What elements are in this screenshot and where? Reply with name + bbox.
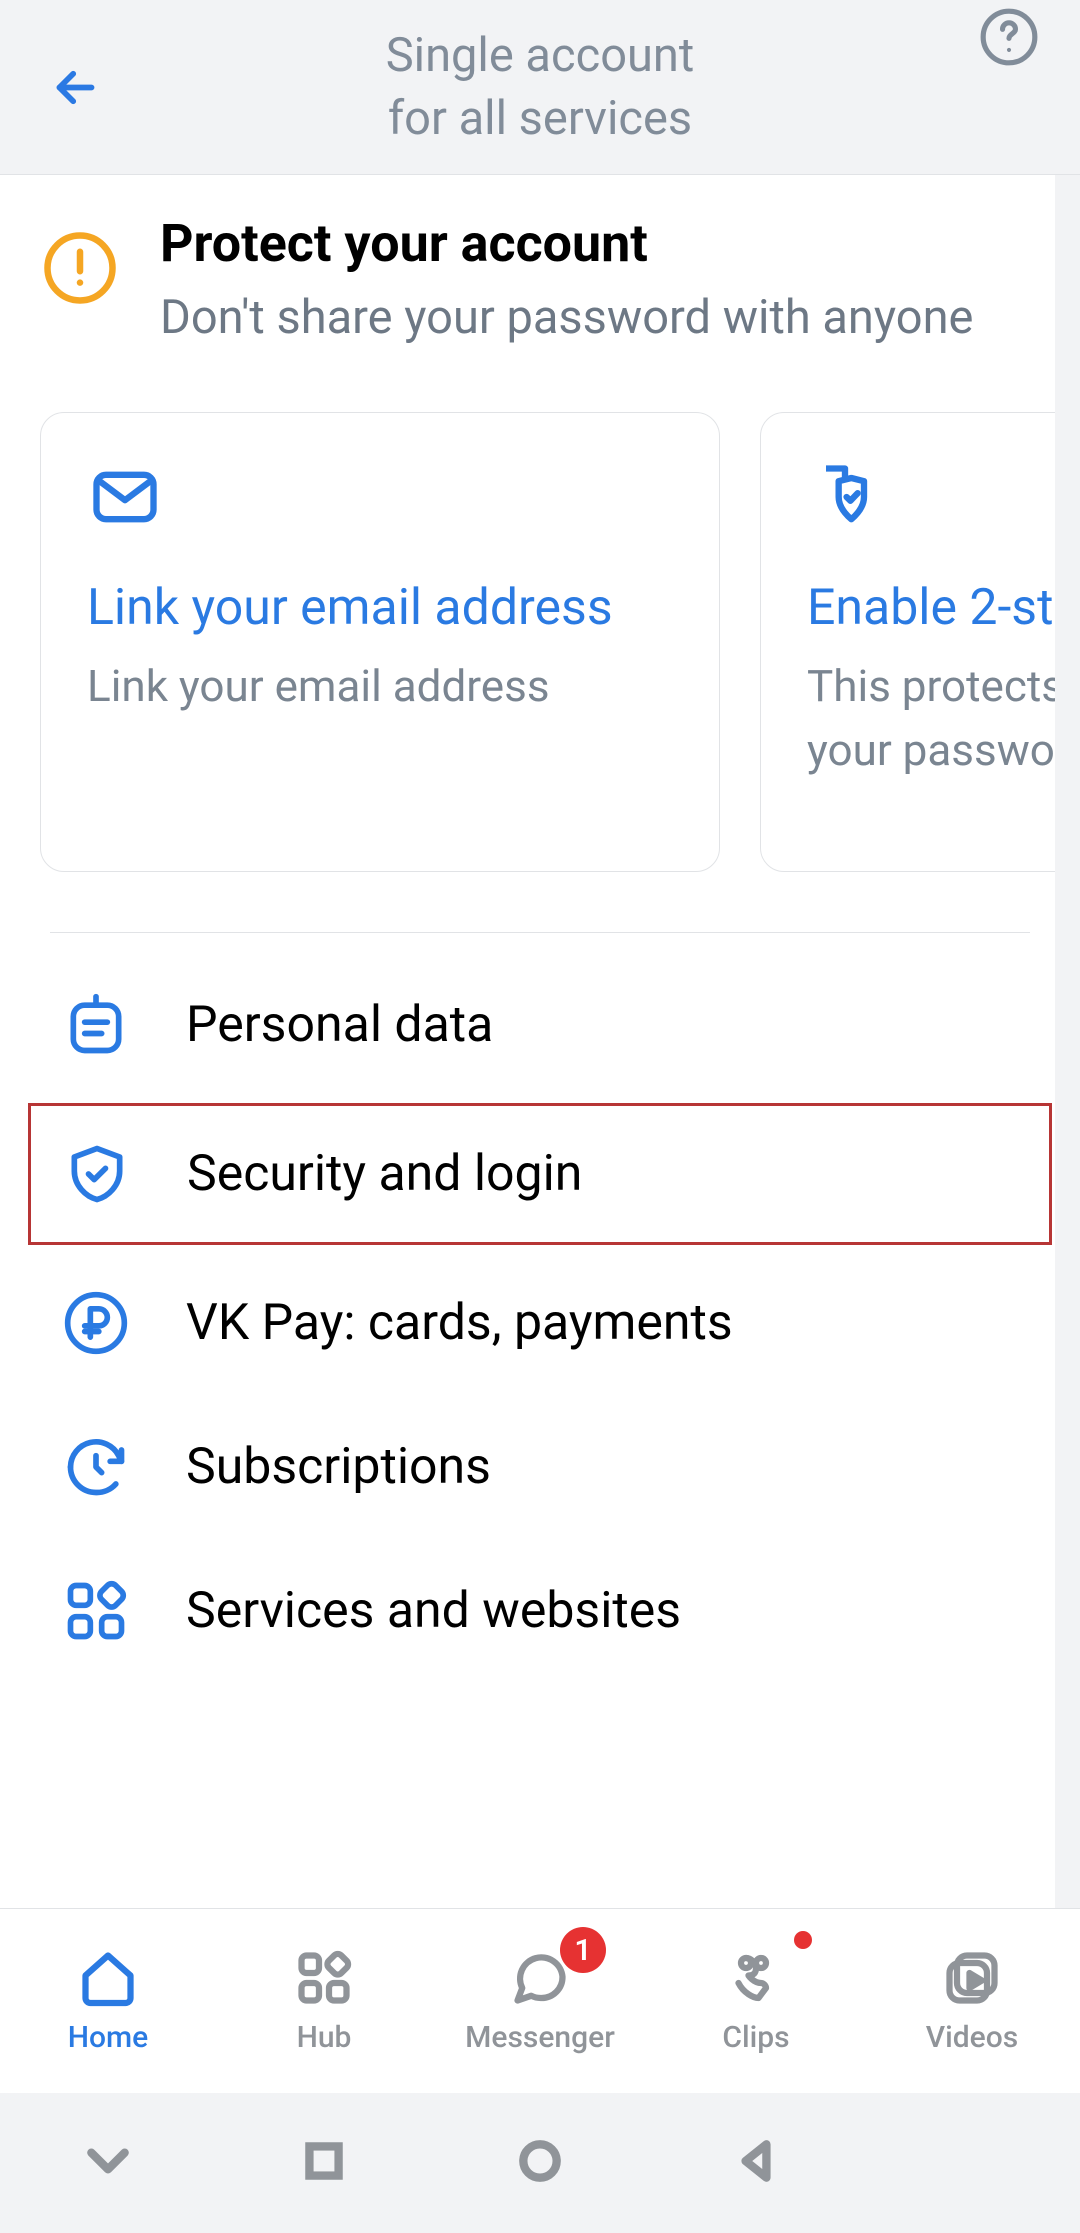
menu-label: Subscriptions xyxy=(186,1438,491,1496)
nav-hub[interactable]: Hub xyxy=(216,1909,432,2093)
android-nav-bar xyxy=(0,2093,1080,2233)
card-subtitle: This protects if someone g your passwor xyxy=(807,655,1080,783)
shield-check-icon xyxy=(61,1140,133,1208)
nav-home[interactable]: Home xyxy=(0,1909,216,2093)
menu-item-personal-data[interactable]: Personal data xyxy=(0,953,1080,1097)
alert-body: Don't share your password with anyone xyxy=(160,284,973,352)
messenger-badge: 1 xyxy=(560,1927,606,1973)
card-enable-2fa[interactable]: Enable 2-st This protects if someone g y… xyxy=(760,412,1080,872)
bottom-nav: Home Hub 1 Messenger Clips Videos xyxy=(0,1908,1080,2093)
right-edge-shadow xyxy=(1055,170,1080,1908)
home-icon xyxy=(78,1948,138,2012)
header-title: Single account for all services xyxy=(0,24,1080,151)
sys-home[interactable] xyxy=(515,2136,565,2190)
clock-refresh-icon xyxy=(60,1433,132,1501)
sys-recent[interactable] xyxy=(299,2136,349,2190)
nav-label: Videos xyxy=(926,2020,1018,2055)
nav-label: Home xyxy=(68,2020,149,2055)
menu-label: VK Pay: cards, payments xyxy=(186,1294,733,1352)
card-title: Link your email address xyxy=(87,579,673,637)
nav-label: Hub xyxy=(297,2020,352,2055)
card-subtitle: Link your email address xyxy=(87,655,673,719)
protect-account-banner: Protect your account Don't share your pa… xyxy=(0,175,1080,382)
header-title-line1: Single account xyxy=(386,28,695,83)
card-title: Enable 2-st xyxy=(807,579,1080,637)
help-button[interactable] xyxy=(978,6,1040,68)
app-header: Single account for all services xyxy=(0,0,1080,175)
menu-label: Personal data xyxy=(186,996,493,1054)
menu-item-vk-pay[interactable]: VK Pay: cards, payments xyxy=(0,1251,1080,1395)
alert-heading: Protect your account xyxy=(160,213,973,274)
notification-dot xyxy=(794,1931,812,1949)
nav-clips[interactable]: Clips xyxy=(648,1909,864,2093)
shield-devices-icon xyxy=(807,459,1080,539)
menu-label: Security and login xyxy=(187,1145,582,1203)
nav-label: Messenger xyxy=(465,2020,615,2055)
menu-item-services-websites[interactable]: Services and websites xyxy=(0,1539,1080,1683)
alert-text: Protect your account Don't share your pa… xyxy=(160,213,973,352)
card-link-email[interactable]: Link your email address Link your email … xyxy=(40,412,720,872)
apps-grid-icon xyxy=(60,1577,132,1645)
videos-icon xyxy=(942,1948,1002,2012)
content-area: Protect your account Don't share your pa… xyxy=(0,175,1080,1723)
nav-label: Clips xyxy=(722,2020,789,2055)
header-title-line2: for all services xyxy=(388,91,692,146)
sys-chevron-down[interactable] xyxy=(83,2136,133,2190)
clips-icon xyxy=(726,1948,786,2012)
menu-label: Services and websites xyxy=(186,1582,681,1640)
hub-icon xyxy=(294,1948,354,2012)
nav-messenger[interactable]: 1 Messenger xyxy=(432,1909,648,2093)
nav-videos[interactable]: Videos xyxy=(864,1909,1080,2093)
question-circle-icon xyxy=(978,6,1040,68)
menu-item-subscriptions[interactable]: Subscriptions xyxy=(0,1395,1080,1539)
menu-item-security-login[interactable]: Security and login xyxy=(28,1103,1052,1245)
ruble-circle-icon xyxy=(60,1289,132,1357)
settings-menu: Personal data Security and login VK Pay:… xyxy=(0,933,1080,1723)
warning-circle-icon xyxy=(40,229,120,307)
personal-data-icon xyxy=(60,991,132,1059)
sys-back[interactable] xyxy=(731,2136,781,2190)
suggestion-cards: Link your email address Link your email … xyxy=(0,382,1080,932)
mail-icon xyxy=(87,459,673,539)
